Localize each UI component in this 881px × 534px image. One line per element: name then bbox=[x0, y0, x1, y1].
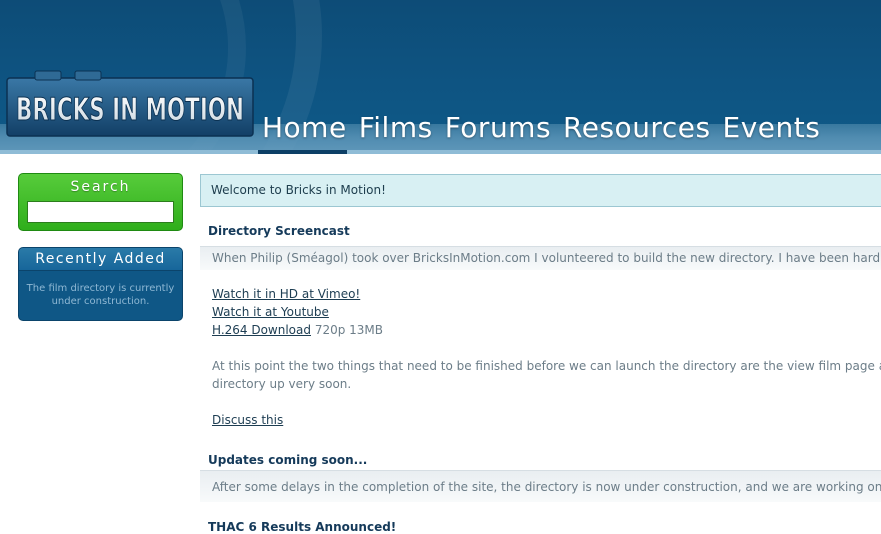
post-intro-updates: After some delays in the completion of t… bbox=[200, 470, 881, 502]
main-nav: Home Films Forums Resources Events bbox=[258, 108, 829, 154]
post-title-updates[interactable]: Updates coming soon... bbox=[208, 453, 367, 467]
site-header: BRICKS IN MOTION Home Films Forums Resou… bbox=[0, 0, 881, 154]
h264-download-link[interactable]: H.264 Download bbox=[212, 323, 311, 337]
discuss-link[interactable]: Discuss this bbox=[212, 413, 283, 427]
search-panel: Search bbox=[18, 173, 183, 231]
youtube-link[interactable]: Watch it at Youtube bbox=[212, 305, 329, 319]
nav-resources[interactable]: Resources bbox=[559, 108, 719, 150]
site-logo[interactable]: BRICKS IN MOTION bbox=[5, 70, 255, 140]
header-bottom-line bbox=[0, 150, 881, 154]
post-intro: When Philip (Sméagol) took over BricksIn… bbox=[200, 246, 881, 270]
recently-added-panel: Recently Added The film directory is cur… bbox=[18, 247, 183, 321]
post-paragraph-line1: At this point the two things that need t… bbox=[212, 359, 881, 373]
recently-added-title: Recently Added bbox=[19, 248, 182, 271]
search-title: Search bbox=[70, 179, 131, 195]
logo-text: BRICKS IN MOTION bbox=[16, 92, 244, 128]
h264-note: 720p 13MB bbox=[314, 323, 384, 337]
recently-added-body: The film directory is currently under co… bbox=[19, 271, 182, 308]
nav-films[interactable]: Films bbox=[355, 108, 441, 150]
recently-added-line1: The film directory is currently bbox=[26, 283, 175, 294]
search-input[interactable] bbox=[27, 201, 174, 223]
post-paragraph-line2: directory up very soon. bbox=[212, 377, 352, 391]
nav-forums[interactable]: Forums bbox=[441, 108, 559, 150]
recently-added-line2: under construction. bbox=[51, 296, 150, 307]
vimeo-link[interactable]: Watch it in HD at Vimeo! bbox=[212, 287, 360, 301]
nav-events[interactable]: Events bbox=[719, 108, 829, 150]
post-title-thac6[interactable]: THAC 6 Results Announced! bbox=[208, 520, 396, 534]
nav-home[interactable]: Home bbox=[258, 108, 355, 154]
welcome-banner: Welcome to Bricks in Motion! bbox=[200, 174, 881, 207]
post-title-directory-screencast[interactable]: Directory Screencast bbox=[208, 224, 350, 238]
